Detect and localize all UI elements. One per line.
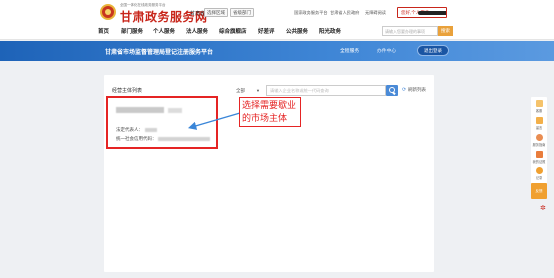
card-title: 经营主体列表	[112, 88, 143, 94]
message-icon	[535, 117, 543, 124]
emblem-icon	[100, 4, 116, 20]
dept-select[interactable]: 省级部门	[230, 8, 254, 17]
record-icon	[535, 167, 543, 174]
nav-public[interactable]: 公共服务	[286, 27, 308, 35]
side-item-record[interactable]: 记录	[532, 167, 546, 180]
region-select[interactable]: 选择区域	[204, 8, 228, 17]
feedback-button[interactable]: 反馈	[531, 183, 547, 199]
all-services-link[interactable]: 全程服务	[340, 47, 359, 54]
platform-banner	[0, 41, 554, 61]
nav-department[interactable]: 部门服务	[121, 27, 143, 35]
user-account-button[interactable]: 您好,个人用户	[397, 7, 447, 18]
search-icon[interactable]	[386, 85, 398, 96]
main-nav	[0, 24, 554, 40]
side-item-service[interactable]: 客服	[532, 100, 546, 113]
side-item-guide[interactable]: 服务指南	[532, 134, 546, 147]
redacted-entity-tag	[168, 108, 182, 113]
entity-search-input[interactable]: 请输入企业名称或统一代码查询	[266, 85, 386, 96]
redacted-credit-code	[158, 137, 210, 141]
platform-title: 甘肃省市场监督管理局登记注册服务平台	[105, 50, 214, 56]
filter-select[interactable]: 全部	[236, 88, 245, 94]
credit-code-label: 统一社会信用代码：	[116, 136, 157, 141]
side-item-message[interactable]: 留言	[532, 117, 546, 130]
nav-rating[interactable]: 好差评	[258, 27, 275, 35]
chevron-down-icon[interactable]: ▼	[256, 88, 260, 93]
province-gov-link[interactable]: 甘肃省人民政府	[330, 10, 359, 16]
nav-search-button[interactable]: 搜索	[438, 26, 453, 36]
license-icon	[535, 151, 543, 158]
logout-button[interactable]: 退出登录	[417, 45, 449, 56]
legal-rep-label: 法定代表人：	[116, 127, 143, 132]
accessible-reading-link[interactable]: 无障碍阅读	[365, 10, 386, 16]
guide-icon	[535, 134, 543, 141]
nav-legal[interactable]: 法人服务	[186, 27, 208, 35]
nav-sunshine[interactable]: 阳光政务	[319, 27, 341, 35]
annotation-line-1: 选择需要歇业	[242, 100, 297, 110]
redacted-entity-name	[116, 107, 164, 113]
redacted-username	[418, 11, 446, 15]
nav-home[interactable]: 首页	[98, 27, 109, 35]
nav-flagship[interactable]: 综合旗舰店	[219, 27, 247, 35]
side-item-license[interactable]: 我的证照	[532, 151, 546, 164]
refresh-list-link[interactable]: 刷新列表	[408, 87, 426, 93]
national-platform-link[interactable]: 国家政务服务平台	[294, 10, 328, 16]
site-header	[0, 0, 554, 24]
nav-personal[interactable]: 个人服务	[153, 27, 175, 35]
headset-icon	[535, 100, 543, 107]
redacted-legal-rep	[145, 128, 157, 132]
annotation-line-2: 的市场主体	[242, 112, 288, 123]
refresh-icon[interactable]: ⟳	[402, 87, 406, 93]
pinwheel-icon[interactable]: ✲	[540, 204, 546, 212]
annotation-callout: 选择需要歇业 的市场主体	[239, 97, 301, 127]
nav-search-input[interactable]: 请输入您要办理的事项	[382, 26, 438, 36]
case-center-link[interactable]: 办件中心	[377, 47, 396, 54]
province-label: 甘肃省	[190, 11, 206, 17]
